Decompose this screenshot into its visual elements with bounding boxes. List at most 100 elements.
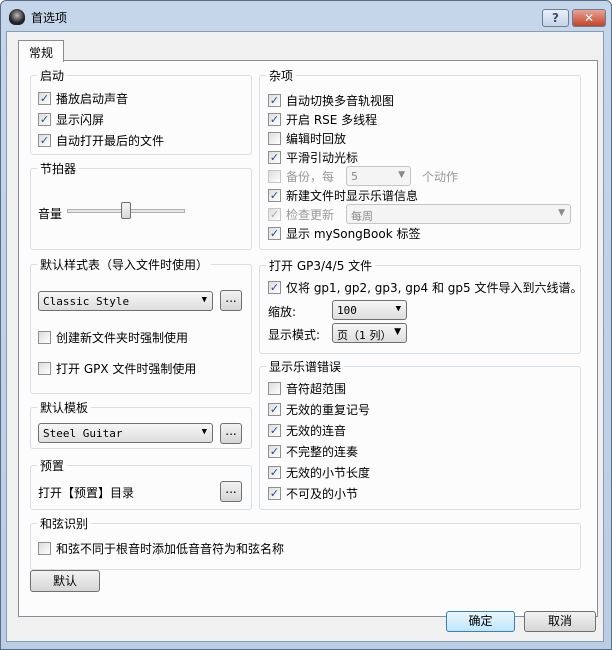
label: 检查更新 — [286, 208, 335, 222]
score-error-checkbox[interactable]: ✓ 不完整的连奏 — [268, 443, 358, 460]
label: 音符超范围 — [286, 382, 347, 396]
label: 不完整的连奏 — [286, 445, 359, 459]
default-button[interactable]: 默认 — [30, 570, 100, 592]
group-title: 默认样式表（导入文件时使用） — [37, 256, 212, 273]
title-bar: 首选项 ? ✕ — [1, 1, 611, 31]
dropdown-arrow-icon: ▼ — [201, 295, 207, 305]
group-title: 显示乐谱错误 — [266, 358, 345, 375]
label: 备份，每 — [286, 170, 335, 184]
volume-label: 音量 — [38, 207, 63, 221]
display-mode-label: 显示模式: — [268, 328, 321, 342]
display-mode-select[interactable]: 页（1 列） ▼ — [332, 323, 407, 343]
preset-label: 打开【预置】目录 — [38, 486, 135, 500]
label: 不可及的小节 — [286, 487, 359, 501]
play-startup-sound-checkbox[interactable]: ✓ 播放启动声音 — [38, 90, 128, 107]
template-select[interactable]: Steel Guitar ▼ — [38, 423, 213, 443]
score-error-checkbox[interactable]: ✓ 无效的连音 — [268, 422, 346, 439]
label: 平滑引动光标 — [286, 151, 359, 165]
label: 打开 GPX 文件时强制使用 — [56, 362, 197, 376]
label: 仅将 gp1, gp2, gp3, gp4 和 gp5 文件导入到六线谱。 — [286, 281, 583, 295]
zoom-label: 缩放: — [268, 305, 297, 319]
force-new-file-checkbox[interactable]: 创建新文件夹时强制使用 — [38, 329, 188, 346]
label: 开启 RSE 多线程 — [286, 113, 378, 127]
dropdown-arrow-icon: ▼ — [395, 304, 401, 314]
dropdown-arrow-icon: ▼ — [201, 427, 207, 437]
score-error-checkbox[interactable]: ✓ 不可及的小节 — [268, 485, 358, 502]
check-icon: ✓ — [268, 424, 281, 437]
select-value: 页（1 列） — [337, 329, 392, 342]
score-error-checkbox[interactable]: ✓ 无效的重复记号 — [268, 401, 370, 418]
group-title: 默认模板 — [37, 399, 92, 416]
check-icon: ✓ — [268, 208, 281, 221]
check-icon: ✓ — [268, 227, 281, 240]
label: 无效的连音 — [286, 424, 347, 438]
checkbox-box — [38, 362, 51, 375]
group-title: 预置 — [37, 457, 68, 474]
app-icon — [9, 9, 25, 25]
check-icon: ✓ — [268, 189, 281, 202]
select-value: 100 — [337, 304, 357, 317]
dropdown-arrow-icon: ▼ — [394, 327, 401, 337]
select-value: Classic Style — [43, 295, 130, 308]
check-icon: ✓ — [268, 403, 281, 416]
zoom-select[interactable]: 100 ▼ — [332, 300, 407, 320]
group-title: 打开 GP3/4/5 文件 — [266, 257, 376, 274]
label: 新建文件时显示乐谱信息 — [286, 189, 419, 203]
rse-multithread-checkbox[interactable]: ✓ 开启 RSE 多线程 — [268, 111, 377, 128]
score-error-checkbox[interactable]: 音符超范围 — [268, 380, 346, 397]
backup-suffix: 个动作 — [422, 170, 459, 184]
show-songbook-checkbox[interactable]: ✓ 显示 mySongBook 标签 — [268, 225, 420, 242]
stylesheet-browse-button[interactable]: ... — [220, 290, 242, 311]
dropdown-arrow-icon: ▼ — [398, 170, 405, 180]
close-button[interactable]: ✕ — [572, 9, 606, 27]
label: 自动切换多音轨视图 — [286, 94, 395, 108]
label: 显示闪屏 — [56, 113, 105, 127]
check-icon: ✓ — [268, 445, 281, 458]
new-file-info-checkbox[interactable]: ✓ 新建文件时显示乐谱信息 — [268, 187, 418, 204]
check-icon: ✓ — [268, 281, 281, 294]
check-icon: ✓ — [268, 466, 281, 479]
check-update-checkbox[interactable]: ✓ 检查更新 — [268, 206, 334, 223]
check-icon: ✓ — [268, 151, 281, 164]
select-value: 5 — [351, 170, 358, 183]
stylesheet-select[interactable]: Classic Style ▼ — [38, 291, 213, 311]
checkbox-box — [268, 170, 281, 183]
label: 播放启动声音 — [56, 92, 129, 106]
label: 显示 mySongBook 标签 — [286, 227, 421, 241]
check-icon: ✓ — [38, 134, 51, 147]
checkbox-box — [268, 382, 281, 395]
label: 无效的小节长度 — [286, 466, 371, 480]
window-title: 首选项 — [31, 11, 68, 25]
playback-on-edit-checkbox[interactable]: 编辑时回放 — [268, 130, 346, 147]
smooth-cursor-checkbox[interactable]: ✓ 平滑引动光标 — [268, 149, 358, 166]
select-value: 每周 — [351, 210, 373, 223]
group-title: 和弦识别 — [37, 515, 92, 532]
auto-multitrack-checkbox[interactable]: ✓ 自动切换多音轨视图 — [268, 92, 394, 109]
help-button[interactable]: ? — [542, 9, 569, 27]
volume-slider-thumb[interactable] — [121, 202, 131, 219]
backup-count-select[interactable]: 5 ▼ — [346, 166, 411, 186]
cancel-button[interactable]: 取消 — [524, 611, 596, 632]
group-title: 启动 — [37, 67, 68, 84]
import-tab-only-checkbox[interactable]: ✓ 仅将 gp1, gp2, gp3, gp4 和 gp5 文件导入到六线谱。 — [268, 279, 583, 296]
check-icon: ✓ — [268, 113, 281, 126]
chord-bass-checkbox[interactable]: 和弦不同于根音时添加低音音符为和弦名称 — [38, 540, 284, 557]
check-icon: ✓ — [38, 92, 51, 105]
select-value: Steel Guitar — [43, 427, 123, 440]
label: 和弦不同于根音时添加低音音符为和弦名称 — [56, 542, 285, 556]
checkbox-box — [38, 331, 51, 344]
force-gpx-checkbox[interactable]: 打开 GPX 文件时强制使用 — [38, 360, 196, 377]
label: 自动打开最后的文件 — [56, 134, 165, 148]
template-browse-button[interactable]: ... — [220, 423, 242, 444]
show-splash-checkbox[interactable]: ✓ 显示闪屏 — [38, 111, 104, 128]
update-frequency-select[interactable]: 每周 ▼ — [346, 204, 571, 224]
open-last-file-checkbox[interactable]: ✓ 自动打开最后的文件 — [38, 132, 164, 149]
ok-button[interactable]: 确定 — [446, 611, 515, 632]
checkbox-box — [268, 132, 281, 145]
backup-checkbox[interactable]: 备份，每 — [268, 168, 334, 185]
preset-browse-button[interactable]: ... — [220, 481, 242, 502]
label: 编辑时回放 — [286, 132, 347, 146]
tab-general[interactable]: 常规 — [18, 40, 64, 62]
group-title: 杂项 — [266, 67, 297, 84]
score-error-checkbox[interactable]: ✓ 无效的小节长度 — [268, 464, 370, 481]
